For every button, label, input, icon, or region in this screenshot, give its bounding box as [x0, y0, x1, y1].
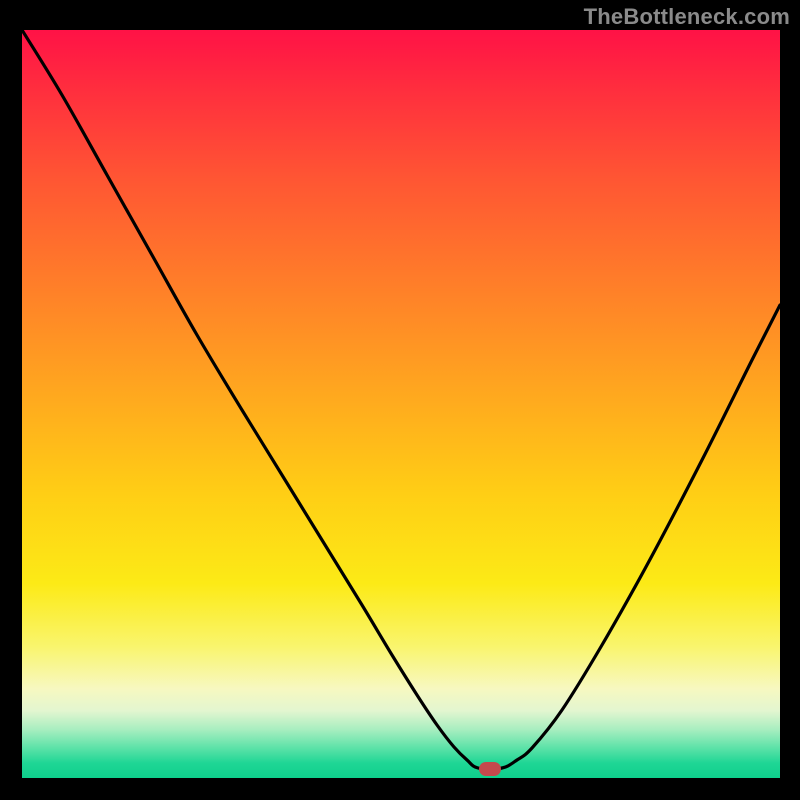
bottleneck-curve — [22, 30, 780, 778]
chart-frame: TheBottleneck.com — [0, 0, 800, 800]
plot-area — [22, 30, 780, 778]
optimal-point-marker — [479, 762, 501, 776]
watermark-text: TheBottleneck.com — [584, 4, 790, 30]
bottleneck-curve-path — [22, 30, 780, 769]
